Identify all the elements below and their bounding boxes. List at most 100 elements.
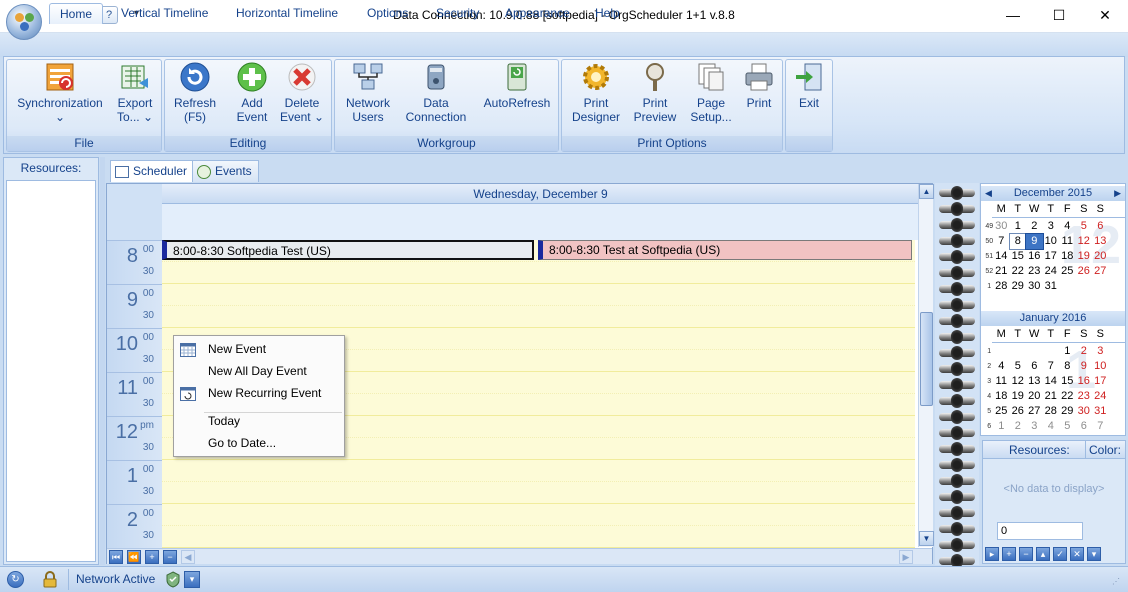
day-cell[interactable]: 8	[1008, 233, 1027, 250]
nav-confirm-button[interactable]: ✓	[1053, 547, 1067, 561]
time-slot[interactable]	[162, 306, 915, 328]
day-cell[interactable]: 9	[1025, 233, 1044, 250]
all-day-area[interactable]	[162, 204, 919, 240]
close-button[interactable]: ✕	[1082, 0, 1128, 30]
event-test-at-softpedia[interactable]: 8:00-8:30 Test at Softpedia (US)	[538, 240, 912, 260]
network-users-button[interactable]: Network Users	[340, 61, 396, 131]
day-cell[interactable]: 29	[1010, 279, 1027, 294]
print-preview-button[interactable]: Print Preview	[630, 61, 680, 131]
day-cell[interactable]: 4	[1043, 419, 1060, 434]
day-cell[interactable]: 1	[1059, 344, 1076, 359]
menu-item-new-recurring-event[interactable]: New Recurring Event	[175, 382, 343, 404]
nav-remove-button[interactable]: −	[1019, 547, 1033, 561]
day-cell[interactable]: 2	[1010, 419, 1027, 434]
delete-event-button[interactable]: Delete Event ⌄	[278, 61, 326, 131]
day-cell[interactable]: 24	[1092, 389, 1109, 404]
first-resource-button[interactable]: ⏮	[109, 550, 123, 564]
day-cell[interactable]: 7	[1092, 419, 1109, 434]
day-cell[interactable]: 5	[1059, 419, 1076, 434]
day-cell[interactable]: 12	[1076, 234, 1093, 249]
day-cell[interactable]: 13	[1092, 234, 1109, 249]
next-month-button[interactable]: ▶	[1114, 186, 1121, 201]
nav-prev-button[interactable]: ▸	[985, 547, 999, 561]
day-cell[interactable]: 11	[1059, 234, 1076, 249]
day-cell[interactable]: 22	[1059, 389, 1076, 404]
tab-vertical-timeline[interactable]: Vertical Timeline	[111, 3, 218, 24]
day-cell[interactable]: 1	[1010, 219, 1027, 234]
menu-item-new-all-day-event[interactable]: New All Day Event	[175, 360, 343, 382]
app-menu-button[interactable]	[6, 4, 42, 40]
scroll-down-button[interactable]: ▼	[919, 531, 934, 546]
tab-appearance[interactable]: Appearance	[495, 3, 580, 24]
tab-options[interactable]: Options	[357, 3, 418, 24]
panel-splitter[interactable]	[100, 157, 105, 565]
maximize-button[interactable]: ☐	[1036, 0, 1082, 30]
remove-resource-button[interactable]: −	[163, 550, 177, 564]
data-connection-button[interactable]: Data Connection	[402, 61, 470, 131]
day-cell[interactable]: 27	[1026, 404, 1043, 419]
nav-cancel-button[interactable]: ✕	[1070, 547, 1084, 561]
nav-up-button[interactable]: ▴	[1036, 547, 1050, 561]
day-cell[interactable]: 6	[1076, 419, 1093, 434]
print-designer-button[interactable]: Print Designer	[570, 61, 622, 131]
day-cell[interactable]: 26	[1076, 264, 1093, 279]
minimize-button[interactable]: —	[990, 0, 1036, 30]
day-cell[interactable]: 2	[1076, 344, 1093, 359]
day-cell[interactable]: 30	[1026, 279, 1043, 294]
day-cell[interactable]: 5	[1076, 219, 1093, 234]
day-cell[interactable]: 3	[1026, 419, 1043, 434]
day-cell[interactable]: 2	[1026, 219, 1043, 234]
day-cell[interactable]: 27	[1092, 264, 1109, 279]
day-cell[interactable]: 28	[1043, 404, 1060, 419]
day-cell[interactable]: 17	[1043, 249, 1060, 264]
day-cell[interactable]: 29	[1059, 404, 1076, 419]
time-slot[interactable]	[162, 526, 915, 548]
tab-home[interactable]: Home	[49, 3, 104, 24]
menu-item-new-event[interactable]: New Event	[175, 338, 343, 360]
day-cell[interactable]: 3	[1092, 344, 1109, 359]
day-cell[interactable]: 16	[1076, 374, 1093, 389]
day-cell[interactable]: 15	[1059, 374, 1076, 389]
day-cell[interactable]: 12	[1010, 374, 1027, 389]
add-resource-button[interactable]: +	[145, 550, 159, 564]
day-cell[interactable]: 19	[1076, 249, 1093, 264]
day-cell[interactable]: 6	[1026, 359, 1043, 374]
tab-events[interactable]: Events	[192, 160, 259, 182]
time-slot[interactable]	[162, 482, 915, 504]
day-cell[interactable]: 9	[1076, 359, 1093, 374]
day-cell[interactable]: 25	[1059, 264, 1076, 279]
resources-list[interactable]	[6, 180, 96, 562]
prev-page-button[interactable]: ⏪	[127, 550, 141, 564]
scroll-thumb[interactable]	[920, 312, 933, 406]
event-softpedia-test[interactable]: 8:00-8:30 Softpedia Test (US)	[162, 240, 534, 260]
tab-horizontal-timeline[interactable]: Horizontal Timeline	[226, 3, 348, 24]
day-cell[interactable]: 17	[1092, 374, 1109, 389]
tab-scheduler[interactable]: Scheduler	[110, 160, 195, 182]
page-setup-button[interactable]: Page Setup...	[686, 61, 736, 131]
resources-column-header[interactable]: Resources:	[1009, 441, 1070, 459]
day-cell[interactable]: 15	[1010, 249, 1027, 264]
tab-help[interactable]: Help	[585, 3, 630, 24]
day-cell[interactable]: 20	[1026, 389, 1043, 404]
status-dropdown-button[interactable]: ▾	[184, 571, 200, 588]
print-button[interactable]: Print	[740, 61, 778, 131]
day-cell[interactable]: 7	[1043, 359, 1060, 374]
day-cell[interactable]: 13	[1026, 374, 1043, 389]
day-cell[interactable]: 3	[1043, 219, 1060, 234]
day-cell[interactable]: 14	[1043, 374, 1060, 389]
day-cell[interactable]: 5	[1010, 359, 1027, 374]
day-cell[interactable]: 31	[1043, 279, 1060, 294]
day-cell[interactable]: 19	[1010, 389, 1027, 404]
day-cell[interactable]: 21	[1043, 389, 1060, 404]
add-event-button[interactable]: Add Event	[230, 61, 274, 131]
day-cell[interactable]: 10	[1043, 234, 1060, 249]
day-cell[interactable]: 31	[1092, 404, 1109, 419]
synchronization-button[interactable]: Synchronization ⌄	[12, 61, 108, 131]
day-cell[interactable]: 8	[1059, 359, 1076, 374]
time-slot[interactable]	[162, 262, 915, 284]
nav-add-button[interactable]: +	[1002, 547, 1016, 561]
day-cell[interactable]: 22	[1010, 264, 1027, 279]
prev-month-button[interactable]: ◀	[985, 186, 992, 201]
day-cell[interactable]: 10	[1092, 359, 1109, 374]
day-cell[interactable]: 20	[1092, 249, 1109, 264]
